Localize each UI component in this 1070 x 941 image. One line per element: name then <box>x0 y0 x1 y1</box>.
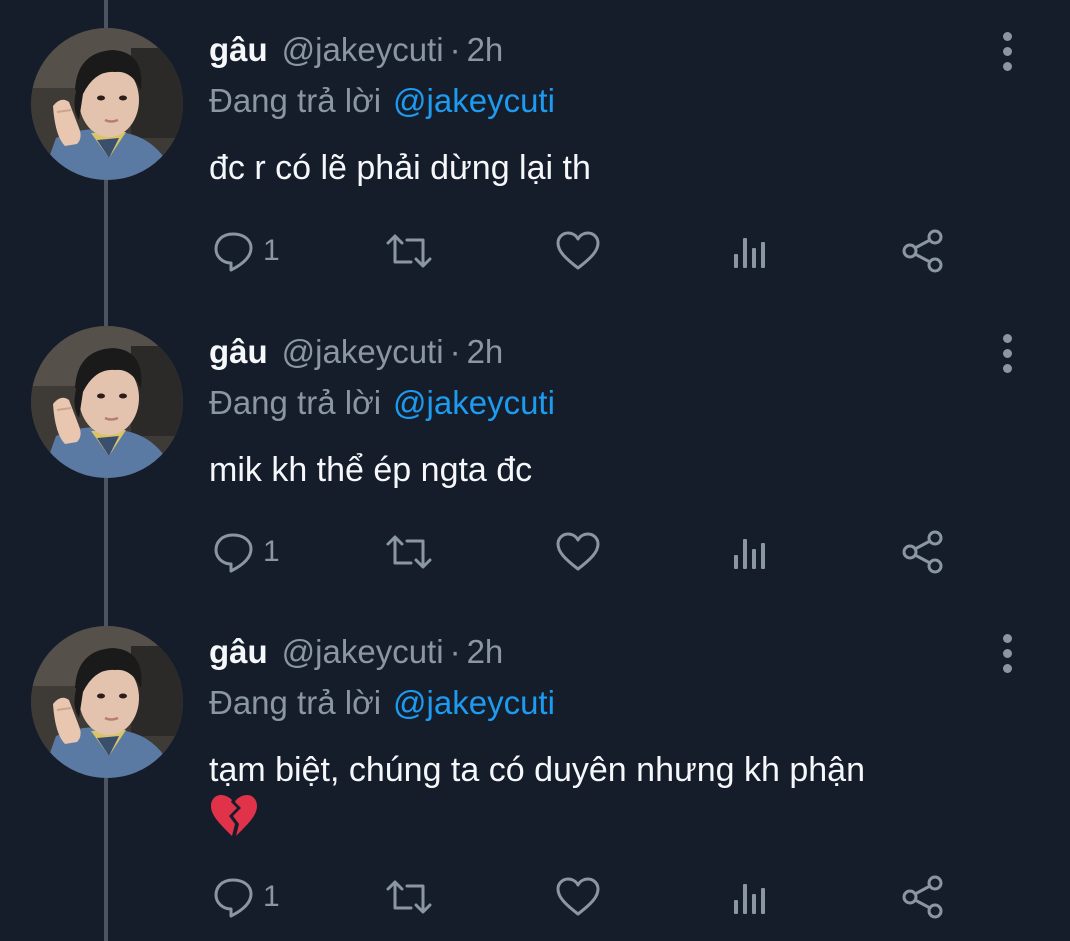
display-name[interactable]: gâu <box>209 333 268 370</box>
analytics-icon <box>734 238 765 268</box>
reply-button[interactable]: 1 <box>213 874 280 920</box>
avatar[interactable] <box>31 326 183 478</box>
like-button[interactable] <box>555 874 601 920</box>
heart-icon <box>556 877 600 916</box>
share-button[interactable] <box>900 529 946 575</box>
comment-icon <box>214 533 253 573</box>
replying-to-handle-link[interactable]: @jakeycuti <box>393 82 555 119</box>
avatar[interactable] <box>31 626 183 778</box>
display-name[interactable]: gâu <box>209 633 268 670</box>
analytics-icon <box>734 539 765 569</box>
avatar[interactable] <box>31 28 183 180</box>
user-handle[interactable]: @jakeycuti <box>282 333 444 370</box>
tweet-header: gâu @jakeycuti · 2h <box>209 30 503 70</box>
comment-icon <box>214 232 253 272</box>
retweet-icon <box>386 234 432 268</box>
analytics-button[interactable] <box>731 228 771 274</box>
replying-to: Đang trả lời @jakeycuti <box>209 80 555 122</box>
replying-to-handle-link[interactable]: @jakeycuti <box>393 384 555 421</box>
reply-button[interactable]: 1 <box>213 529 280 575</box>
more-vertical-icon[interactable] <box>1000 32 1014 72</box>
reply-button[interactable]: 1 <box>213 228 280 274</box>
heart-icon <box>556 532 600 571</box>
replying-to-label: Đang trả lời <box>209 384 382 421</box>
heart-icon <box>556 231 600 270</box>
share-icon <box>902 875 943 919</box>
timestamp[interactable]: 2h <box>467 633 504 670</box>
replying-to: Đang trả lời @jakeycuti <box>209 382 555 424</box>
like-button[interactable] <box>555 529 601 575</box>
analytics-icon <box>734 884 765 914</box>
display-name[interactable]: gâu <box>209 31 268 68</box>
more-vertical-icon[interactable] <box>1000 634 1014 674</box>
tweet-header: gâu @jakeycuti · 2h <box>209 332 503 372</box>
like-button[interactable] <box>555 228 601 274</box>
replying-to: Đang trả lời @jakeycuti <box>209 682 555 724</box>
reply-count: 1 <box>263 880 280 913</box>
replying-to-label: Đang trả lời <box>209 82 382 119</box>
reply-count: 1 <box>263 535 280 568</box>
user-handle[interactable]: @jakeycuti <box>282 633 444 670</box>
timestamp[interactable]: 2h <box>467 333 504 370</box>
retweet-icon <box>386 535 432 569</box>
comment-icon <box>214 878 253 918</box>
analytics-button[interactable] <box>731 529 771 575</box>
more-vertical-icon[interactable] <box>1000 334 1014 374</box>
tweet-text: tạm biệt, chúng ta có duyên nhưng kh phậ… <box>209 751 865 789</box>
user-handle[interactable]: @jakeycuti <box>282 31 444 68</box>
tweet-text: đc r có lẽ phải dừng lại th <box>209 149 591 187</box>
retweet-button[interactable] <box>384 228 434 274</box>
reply-count: 1 <box>263 234 280 267</box>
timestamp[interactable]: 2h <box>467 31 504 68</box>
share-button[interactable] <box>900 874 946 920</box>
separator-dot: · <box>449 31 461 68</box>
broken-heart-icon <box>209 794 259 843</box>
separator-dot: · <box>449 633 461 670</box>
tweet-actions: 1 <box>0 529 1070 575</box>
retweet-button[interactable] <box>384 529 434 575</box>
separator-dot: · <box>449 333 461 370</box>
retweet-button[interactable] <box>384 874 434 920</box>
tweet-header: gâu @jakeycuti · 2h <box>209 632 503 672</box>
analytics-button[interactable] <box>731 874 771 920</box>
replying-to-label: Đang trả lời <box>209 684 382 721</box>
share-icon <box>902 530 943 574</box>
tweet-text: mik kh thể ép ngta đc <box>209 451 533 489</box>
retweet-icon <box>386 880 432 914</box>
tweet-actions: 1 <box>0 874 1070 920</box>
share-icon <box>902 229 943 273</box>
share-button[interactable] <box>900 228 946 274</box>
tweet-actions: 1 <box>0 228 1070 274</box>
replying-to-handle-link[interactable]: @jakeycuti <box>393 684 555 721</box>
